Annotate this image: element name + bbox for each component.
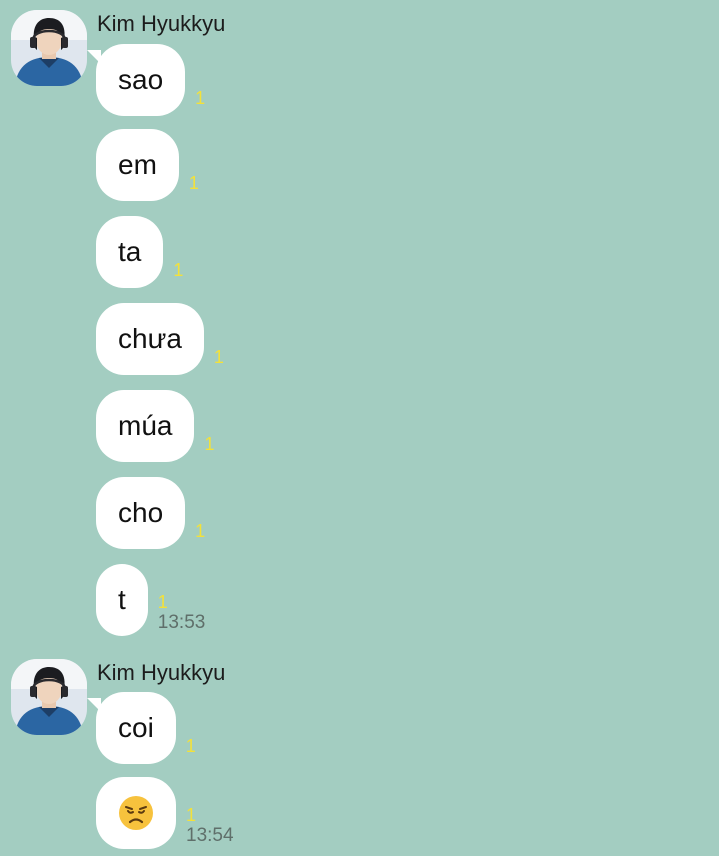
message-row: múa 1 — [96, 390, 214, 462]
unread-count: 1 — [173, 260, 184, 280]
message-row: coi 1 — [87, 692, 196, 764]
message-row: sao 1 — [86, 44, 205, 116]
sender-name: Kim Hyukkyu — [97, 660, 226, 685]
message-meta: 1 — [173, 260, 183, 280]
message-meta: 1 13:54 — [186, 805, 234, 846]
message-timestamp: 13:53 — [157, 612, 206, 633]
message-meta: 1 — [189, 173, 199, 193]
unread-count: 1 — [195, 88, 206, 108]
message-bubble[interactable]: coi — [87, 692, 176, 764]
unread-count: 1 — [188, 173, 199, 193]
message-meta: 1 13:53 — [157, 592, 206, 633]
message-row: chưa 1 — [96, 303, 224, 375]
profile-photo-icon — [11, 659, 87, 735]
message-meta: 1 — [195, 88, 205, 108]
message-bubble[interactable]: múa — [96, 390, 195, 462]
avatar[interactable] — [11, 659, 87, 735]
message-bubble[interactable]: em — [96, 129, 179, 201]
message-bubble[interactable]: chưa — [96, 303, 204, 375]
message-timestamp: 13:54 — [186, 825, 234, 846]
message-bubble[interactable]: sao — [86, 44, 186, 116]
unread-count: 1 — [213, 347, 224, 367]
message-bubble[interactable]: t — [96, 564, 148, 636]
unread-count: 1 — [185, 736, 196, 756]
sender-name: Kim Hyukkyu — [97, 11, 226, 36]
message-bubble[interactable]: cho — [96, 477, 186, 549]
unread-count: 1 — [195, 521, 206, 541]
chat-room: Kim Hyukkyu sao 1 em 1 ta 1 chưa 1 múa 1… — [0, 0, 719, 856]
message-row: cho 1 — [96, 477, 205, 549]
avatar[interactable] — [11, 10, 87, 86]
message-meta: 1 — [195, 521, 205, 541]
message-row: ta 1 — [96, 216, 183, 288]
unread-count: 1 — [186, 805, 197, 825]
profile-photo-icon — [11, 10, 87, 86]
unread-count: 1 — [204, 434, 215, 454]
message-meta: 1 — [186, 736, 196, 756]
unread-count: 1 — [157, 592, 168, 612]
message-bubble[interactable]: ta — [96, 216, 164, 288]
disappointed-face-emoji-icon — [119, 796, 153, 830]
message-row: 1 13:54 — [96, 777, 234, 849]
message-row: em 1 — [96, 129, 199, 201]
message-row: t 1 13:53 — [96, 564, 205, 636]
message-meta: 1 — [214, 347, 224, 367]
message-meta: 1 — [204, 434, 214, 454]
message-bubble-emoji[interactable] — [96, 777, 176, 849]
